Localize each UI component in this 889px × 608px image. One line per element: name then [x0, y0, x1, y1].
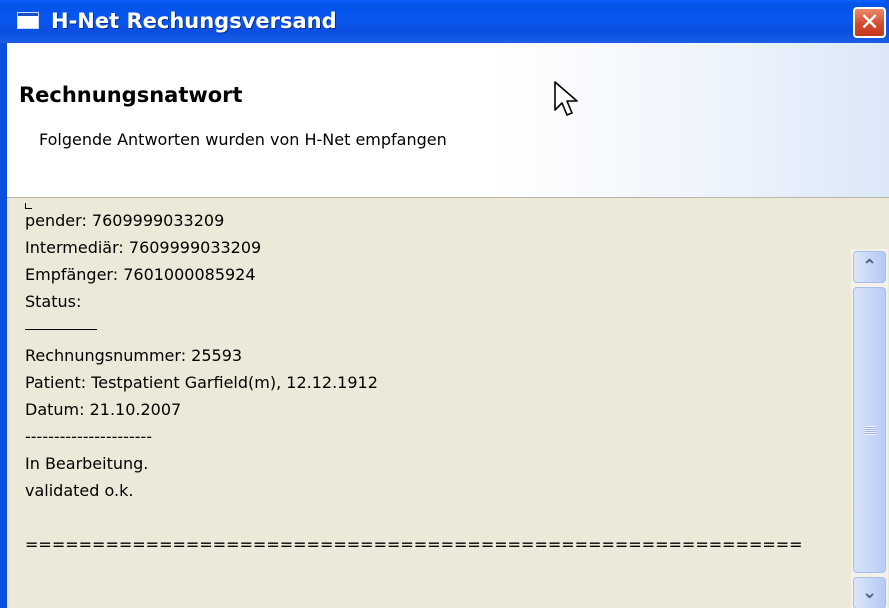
status-line: Status:	[25, 292, 82, 311]
header-panel: Rechnungsnatwort Folgende Antworten wurd…	[7, 43, 889, 197]
double-rule-separator: ========================================…	[25, 535, 803, 554]
sender-line: pender: 7609999033209	[25, 211, 225, 230]
bearbeitung-line: In Bearbeitung.	[25, 454, 149, 473]
close-button[interactable]: ✕	[853, 7, 886, 38]
response-textarea[interactable]: pender: 7609999033209 Intermediär: 76099…	[19, 199, 889, 608]
response-text: pender: 7609999033209 Intermediär: 76099…	[25, 207, 845, 558]
validated-line: validated o.k.	[25, 481, 134, 500]
rechnungsnummer-line: Rechnungsnummer: 25593	[25, 346, 243, 365]
scroll-thumb[interactable]	[853, 287, 886, 573]
status-rule	[25, 315, 845, 342]
window-icon	[17, 12, 39, 29]
page-title: Rechnungsnatwort	[19, 83, 243, 107]
page-subtitle: Folgende Antworten wurden von H-Net empf…	[39, 130, 447, 149]
chevron-up-icon: ⌃	[861, 256, 878, 277]
header-divider	[7, 197, 889, 198]
dash-separator: ----------------------	[25, 427, 153, 446]
chevron-down-icon: ⌄	[861, 582, 878, 603]
title-bar[interactable]: H-Net Rechungsversand ✕	[0, 0, 889, 43]
application-window: H-Net Rechungsversand ✕ Rechnungsnatwort…	[0, 0, 889, 608]
close-icon: ✕	[859, 8, 880, 36]
intermediar-line: Intermediär: 7609999033209	[25, 238, 262, 257]
vertical-scrollbar[interactable]: ⌃ ⌄	[851, 249, 888, 608]
grip-icon	[865, 426, 876, 435]
datum-line: Datum: 21.10.2007	[25, 400, 182, 419]
scroll-up-button[interactable]: ⌃	[853, 251, 886, 283]
mouse-pointer-icon	[554, 81, 578, 116]
patient-line: Patient: Testpatient Garfield(m), 12.12.…	[25, 373, 378, 392]
window-title: H-Net Rechungsversand	[51, 9, 337, 33]
empfaenger-line: Empfänger: 7601000085924	[25, 265, 256, 284]
scroll-down-button[interactable]: ⌄	[853, 577, 886, 608]
client-area: Rechnungsnatwort Folgende Antworten wurd…	[7, 43, 889, 608]
